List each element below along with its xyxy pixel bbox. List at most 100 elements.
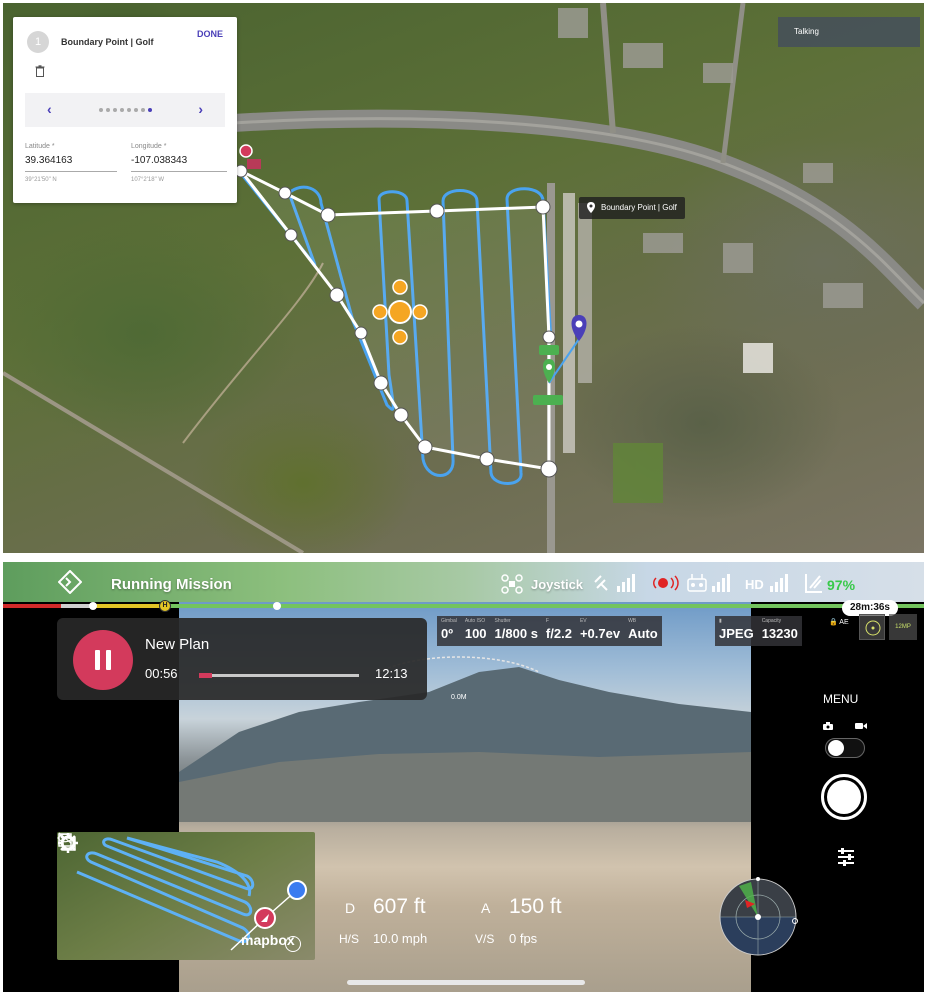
resolution-chip[interactable]: 12MP — [889, 614, 917, 640]
stat-key: Gimbal — [441, 618, 457, 624]
shutter-button[interactable] — [821, 774, 867, 820]
pause-mission-button[interactable] — [73, 630, 133, 690]
progress-marker — [273, 602, 281, 610]
vertical-speed-value: 0 fps — [509, 931, 538, 946]
wb-stat: WB Auto — [624, 616, 662, 646]
ae-lock-toggle[interactable]: 🔒 AE — [829, 618, 849, 626]
stat-key: Auto ISO — [464, 618, 486, 624]
camera-icon — [823, 722, 833, 730]
gimbal-stat: Gimbal 0º — [437, 616, 461, 646]
progress-segment-red — [3, 604, 61, 608]
battery-percentage: 97% — [827, 577, 856, 593]
flight-view: 0.0M Running Mission Joystick HD 97% H 2… — [3, 562, 924, 992]
total-time: 12:13 — [375, 666, 408, 681]
camera-settings-bar[interactable]: Gimbal 0º Auto ISO 100 Shutter 1/800 s F… — [437, 616, 662, 646]
mission-map[interactable]: 1 Boundary Point | Golf DONE ‹ › Latitud… — [3, 3, 924, 553]
point-page-dots — [99, 108, 152, 112]
hd-video-label: HD — [745, 577, 764, 592]
camera-settings-sliders-icon[interactable] — [835, 846, 857, 868]
info-icon[interactable] — [285, 936, 301, 952]
stat-value: 0º — [441, 626, 453, 641]
point-number-badge: 1 — [27, 31, 49, 53]
flight-mode-label[interactable]: Joystick — [531, 577, 583, 592]
horizon-distance: 0.0M — [451, 694, 467, 701]
horizontal-speed-value: 10.0 mph — [373, 931, 428, 946]
vertical-speed-label: V/S — [475, 932, 495, 946]
sd-card-icon: ▮ — [719, 618, 722, 624]
mission-status-title: Running Mission — [111, 576, 232, 593]
previous-point-button[interactable]: ‹ — [47, 101, 52, 117]
app-screenshot: 1 Boundary Point | Golf DONE ‹ › Latitud… — [0, 0, 928, 996]
latitude-label: Latitude * — [25, 143, 55, 150]
altitude-label: A — [481, 900, 491, 916]
ae-label: AE — [839, 619, 849, 626]
ev-stat: EV +0.7ev — [576, 616, 624, 646]
storage-bar[interactable]: ▮ JPEG Capacity 13230 — [715, 616, 802, 646]
pause-icon — [95, 650, 100, 670]
stat-key: Shutter — [494, 618, 511, 624]
battery-icon — [805, 574, 822, 593]
elapsed-time: 00:56 — [145, 666, 178, 681]
plan-name: New Plan — [145, 636, 210, 653]
capacity-value: 13230 — [761, 626, 798, 641]
capacity-stat: Capacity 13230 — [758, 616, 802, 646]
progress-marker — [89, 602, 97, 610]
home-indicator[interactable] — [347, 980, 585, 985]
stat-key: F — [545, 618, 549, 624]
home-marker: H — [159, 600, 171, 612]
mission-time-fill — [199, 673, 212, 678]
latitude-field[interactable]: 39.364163 — [25, 155, 72, 166]
app-logo-icon[interactable] — [58, 570, 82, 594]
tooltip-text: Boundary Point | Golf — [601, 203, 677, 212]
stat-value: 1/800 s — [494, 626, 538, 641]
iso-stat: Auto ISO 100 — [461, 616, 491, 646]
talking-chip[interactable]: Talking — [778, 17, 920, 47]
progress-segment-yellow — [93, 604, 163, 608]
next-point-button[interactable]: › — [198, 101, 203, 117]
boundary-point-card: 1 Boundary Point | Golf DONE ‹ › Latitud… — [13, 17, 237, 203]
distance-label: D — [345, 900, 356, 916]
format-stat: ▮ JPEG — [715, 616, 758, 646]
format-value: JPEG — [719, 626, 754, 641]
map-pin-icon — [587, 202, 595, 213]
record-signal-icon — [653, 575, 679, 591]
stat-value: Auto — [628, 626, 658, 641]
photo-video-toggle[interactable] — [825, 738, 865, 758]
stat-value: +0.7ev — [579, 626, 621, 641]
altitude-value: 150 ft — [509, 895, 562, 918]
start-marker — [239, 144, 253, 158]
stat-key: Capacity — [761, 618, 782, 624]
latitude-underline — [25, 171, 117, 172]
compass-radar[interactable] — [717, 876, 799, 958]
stat-value: 100 — [464, 626, 487, 641]
point-navigator: ‹ › — [25, 93, 225, 127]
boundary-point-title: Boundary Point | Golf — [61, 37, 154, 47]
remote-controller-signal-icon — [687, 574, 730, 592]
pause-icon — [106, 650, 111, 670]
menu-button[interactable]: MENU — [823, 692, 858, 706]
trash-icon[interactable] — [35, 65, 45, 77]
status-bar: Running Mission Joystick HD 97% — [3, 562, 924, 602]
town-blocks — [558, 8, 863, 503]
stat-key: WB — [628, 618, 637, 624]
drone-joystick-icon — [501, 574, 523, 594]
done-button[interactable]: DONE — [197, 29, 223, 39]
minimap[interactable]: mapbox — [57, 832, 315, 960]
video-camera-icon — [855, 723, 867, 729]
focus-icon[interactable] — [859, 614, 885, 640]
eye-off-icon[interactable] — [57, 832, 73, 844]
distance-value: 607 ft — [373, 895, 426, 918]
aperture-stat: F f/2.2 — [542, 616, 576, 646]
boundary-point-tooltip: Boundary Point | Golf — [579, 197, 685, 219]
longitude-underline — [131, 171, 227, 172]
longitude-field[interactable]: -107.038343 — [131, 155, 187, 166]
satellite-signal-icon — [594, 574, 635, 592]
shutter-stat: Shutter 1/800 s — [491, 616, 542, 646]
mission-card: New Plan 00:56 12:13 — [57, 618, 427, 700]
latitude-dms: 39°21'50" N — [25, 177, 57, 183]
horizontal-speed-label: H/S — [339, 932, 360, 946]
longitude-label: Longitude * — [131, 143, 167, 150]
stat-key: EV — [579, 618, 587, 624]
mission-time-track — [199, 674, 359, 677]
stat-value: f/2.2 — [545, 626, 572, 641]
